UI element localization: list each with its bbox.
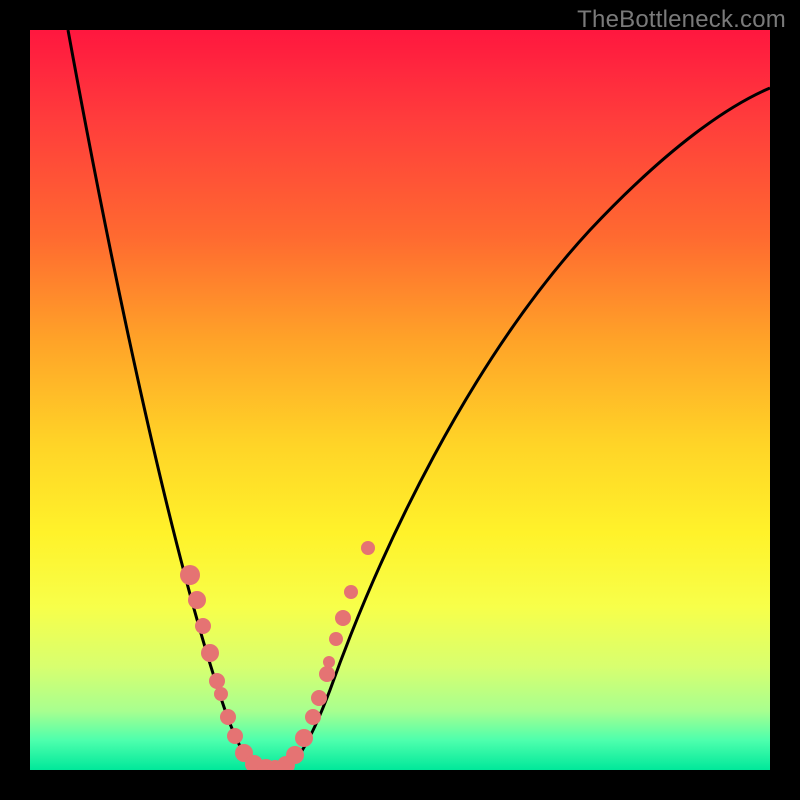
plot-area xyxy=(30,30,770,770)
data-point xyxy=(361,541,375,555)
data-point xyxy=(220,709,236,725)
data-point xyxy=(286,746,304,764)
data-point xyxy=(214,687,228,701)
data-point xyxy=(329,632,343,646)
data-point xyxy=(180,565,200,585)
curve-left-branch xyxy=(68,30,262,770)
curve-right-branch xyxy=(280,88,770,770)
data-point xyxy=(195,618,211,634)
data-point xyxy=(335,610,351,626)
data-point xyxy=(323,656,335,668)
data-point xyxy=(227,728,243,744)
chart-svg xyxy=(30,30,770,770)
watermark-text: TheBottleneck.com xyxy=(577,6,786,34)
data-point xyxy=(344,585,358,599)
data-point xyxy=(311,690,327,706)
data-point xyxy=(209,673,225,689)
data-point xyxy=(201,644,219,662)
data-point xyxy=(319,666,335,682)
chart-frame: TheBottleneck.com xyxy=(0,0,800,800)
data-point xyxy=(295,729,313,747)
data-point xyxy=(305,709,321,725)
data-point xyxy=(188,591,206,609)
